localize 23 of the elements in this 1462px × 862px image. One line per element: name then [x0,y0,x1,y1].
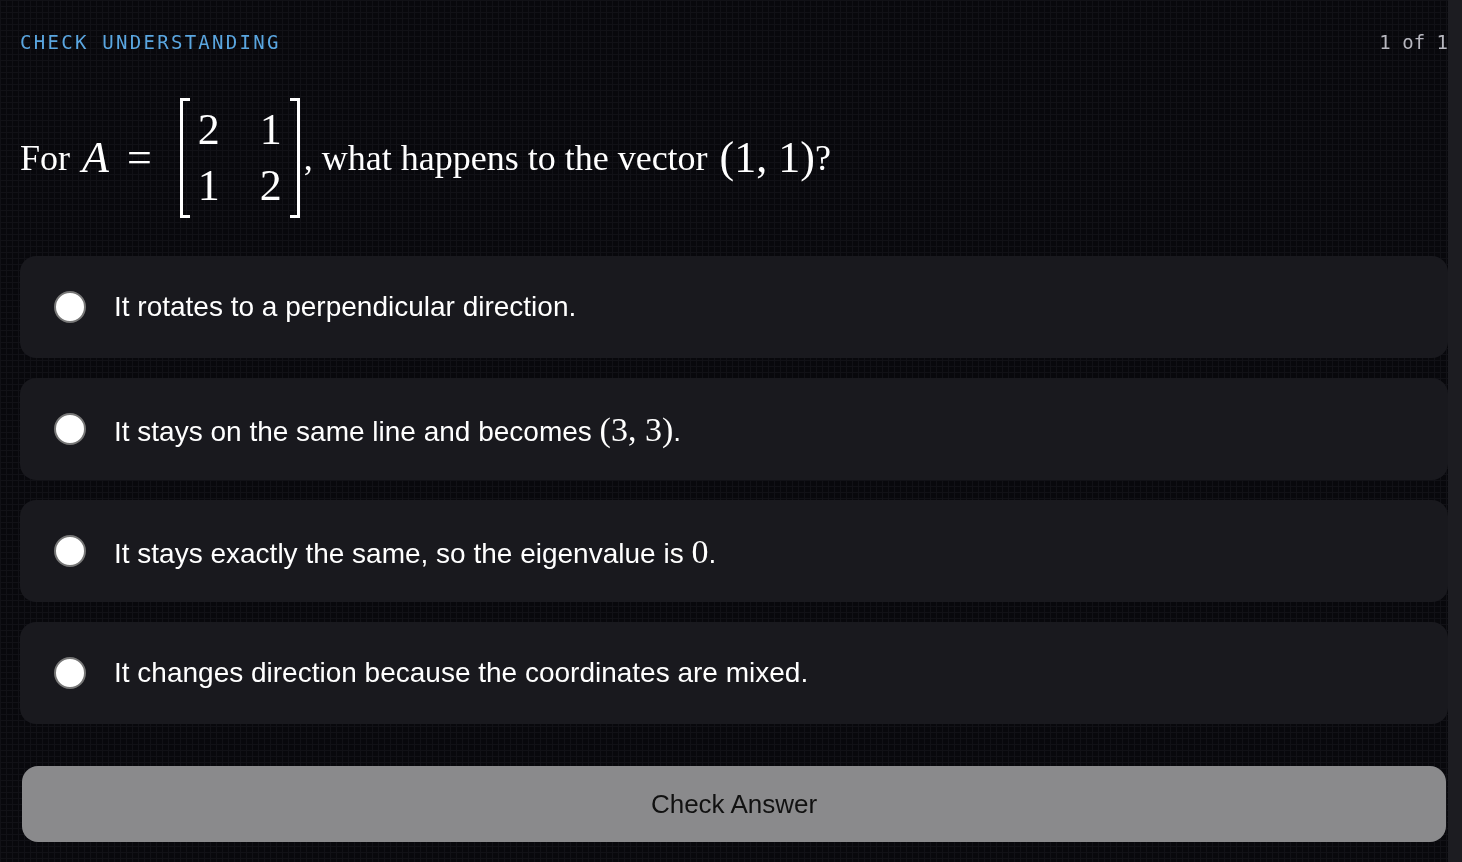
matrix-entry: 1 [197,160,220,212]
answer-option[interactable]: It stays on the same line and becomes (3, 3). [20,378,1448,480]
math-operator: = [126,132,152,184]
question-text: For [20,137,70,180]
question-counter: 1 of 1 [1379,29,1448,55]
answer-option[interactable]: It stays exactly the same, so the eigenvalue is 0. [20,500,1448,602]
math-expression: (1, 1) [719,132,815,184]
matrix-entry: 2 [197,104,220,156]
option-text: It stays exactly the same, so the eigenvalue is 0. [114,531,717,572]
radio-button[interactable] [54,657,86,689]
radio-button[interactable] [54,413,86,445]
matrix-entry: 1 [259,104,282,156]
option-text: It changes direction because the coordinates are mixed. [114,656,809,690]
option-text: It rotates to a perpendicular direction. [114,290,577,324]
option-text: It stays on the same line and becomes (3, 3). [114,409,682,450]
answer-option[interactable]: It changes direction because the coordinates are mixed. [20,622,1448,724]
question-text: , what happens to the vector [303,137,708,180]
radio-button[interactable] [54,535,86,567]
matrix-entry: 2 [259,160,282,212]
radio-button[interactable] [54,291,86,323]
question-text: ? [814,137,831,180]
answer-option[interactable]: It rotates to a perpendicular direction. [20,256,1448,358]
section-heading: CHECK UNDERSTANDING [20,29,281,55]
